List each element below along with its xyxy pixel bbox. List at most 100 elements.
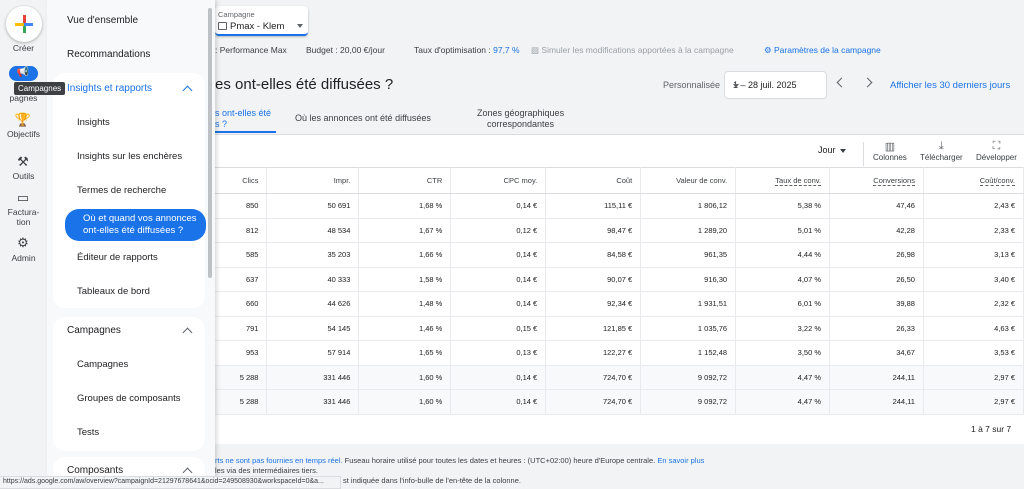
tooltip: Campagnes [14,82,66,95]
table-cell: 1,67 % [358,218,452,243]
goals-label[interactable]: Objectifs [0,129,47,139]
footer-line-2: les via des intermédiaires tiers. [215,466,318,475]
simulate-icon: ▨ [531,45,542,55]
segment-label: Jour [818,145,836,155]
table-cell: 0,14 € [450,193,547,219]
nav-group-insights-head[interactable]: Insights et rapports [67,83,152,94]
table-cell: 585 [215,242,268,268]
download-icon: ⤓ [938,140,944,152]
table-cell: 50 691 [266,193,360,219]
table-cell: 1,65 % [358,340,452,366]
learn-more-link[interactable]: En savoir plus [657,456,704,465]
table-cell: 244,11 [829,365,924,390]
table-cell: 122,27 € [545,340,642,366]
date-range-picker[interactable]: 1 – 28 juil. 2025 [724,71,827,99]
nav-item-insights[interactable]: Insights [77,117,110,128]
download-button[interactable]: ⤓ Télécharger [920,140,963,162]
table-cell: 812 [215,218,268,243]
nav-item-search-terms[interactable]: Termes de recherche [77,185,166,196]
tools-icon[interactable]: ⚒ [12,154,34,170]
admin-label[interactable]: Admin [0,253,47,263]
col-header[interactable]: Coût/conv. [923,167,1024,194]
nav-item-tests[interactable]: Tests [77,427,99,438]
nav-group-components-head[interactable]: Composants [67,465,123,476]
tab-where-when[interactable]: s ont-elles été s ? [215,108,271,130]
table-cell: 1,60 % [358,389,452,415]
nav-item-campaigns[interactable]: Campagnes [77,359,128,370]
col-header-label: Coût/conv. [979,176,1015,186]
tab-where-shown[interactable]: Où les annonces ont été diffusées [295,113,431,124]
tab-geo-line1: Zones géographiques [477,108,565,118]
col-header[interactable]: Conversions [829,167,924,194]
table-cell: 331 446 [266,365,360,390]
fullscreen-icon: ⛶ [992,140,1001,152]
table-cell: 42,28 [829,218,924,243]
table-cell: 3,40 € [923,267,1024,292]
nav-item-asset-groups[interactable]: Groupes de composants [77,393,181,404]
create-button[interactable] [6,6,42,42]
nav-item-where-when[interactable]: Où et quand vos annonces ont-elles été d… [65,209,206,241]
dropdown-arrow-icon [297,24,303,28]
table-cell: 48 534 [266,218,360,243]
page-title: es ont-elles été diffusées ? [215,76,394,93]
footer-line-3: st indiquée dans l'info-bulle de l'en-tê… [343,476,521,485]
nav-item-dashboards[interactable]: Tableaux de bord [77,286,150,297]
tools-label[interactable]: Outils [0,171,47,181]
chevron-left-icon[interactable] [836,77,847,88]
gear-icon[interactable]: ⚙ [12,235,34,251]
table-cell: 3,50 % [735,340,831,366]
col-header[interactable]: CPC moy. [450,167,547,194]
nav-drawer: Vue d'ensemble Recommandations Insights … [47,0,215,489]
table-cell: 26,50 [829,267,924,292]
table-cell: 1 931,51 [640,291,737,317]
campaign-selector[interactable]: Campagne Pmax - Klem [215,6,308,36]
simulate-button[interactable]: ▨ Simuler les modifications apportées à … [531,45,734,56]
table-cell: 98,47 € [545,218,642,243]
nav-overview[interactable]: Vue d'ensemble [67,15,138,26]
total-row: 5 288 331 446 1,60 % 0,14 €724,70 €9 092,72… [215,389,1024,415]
megaphone-icon: 📢 [16,67,30,78]
nav-group-campaigns-head[interactable]: Campagnes [67,325,121,336]
col-header[interactable]: Taux de conv. [735,167,831,194]
date-range-value: 1 – 28 juil. 2025 [733,80,797,90]
tab-geo-zones[interactable]: Zones géographiques correspondantes [477,108,564,130]
drawer-scrollbar[interactable] [208,8,212,278]
nav-recommendations[interactable]: Recommandations [67,49,150,60]
last-30-days-link[interactable]: Afficher les 30 derniers jours [890,80,1010,91]
footer-realtime-link[interactable]: rts ne sont pas fournies en temps réel. [215,456,343,465]
table-cell: 4,47 % [735,389,831,415]
table-cell: 5,38 % [735,193,831,219]
campaign-settings-button[interactable]: ⚙ Paramètres de la campagne [764,45,881,56]
campaign-settings-label: Paramètres de la campagne [773,45,881,55]
billing-label-1[interactable]: Factura- [0,207,47,217]
performance-table: Clics Impr. CTR CPC moy. Coût Valeur de … [215,167,1024,415]
col-header[interactable]: Coût [545,167,642,194]
trophy-icon[interactable]: 🏆 [12,112,34,128]
table-cell: 916,30 [640,267,737,292]
table-cell: 2,32 € [923,291,1024,317]
expand-button[interactable]: ⛶ Développer [976,140,1017,162]
segment-dropdown[interactable]: Jour [818,145,846,155]
table-cell: 2,97 € [923,365,1024,390]
chevron-up-icon[interactable] [182,327,193,338]
optimization-score[interactable]: Taux d'optimisation : 97,7 % [414,45,520,55]
table-cell: 0,14 € [450,267,547,292]
col-header[interactable]: CTR [358,167,452,194]
chevron-up-icon[interactable] [182,85,193,96]
table-cell: 1,68 % [358,193,452,219]
credit-card-icon[interactable]: ▭ [12,190,34,206]
optimization-value[interactable]: 97,7 % [493,45,519,55]
table-cell: 47,46 [829,193,924,219]
nav-item-report-editor[interactable]: Éditeur de rapports [77,252,158,263]
table-cell: 92,34 € [545,291,642,317]
col-header[interactable]: Clics [215,167,268,194]
col-header[interactable]: Impr. [266,167,360,194]
nav-item-auction-insights[interactable]: Insights sur les enchères [77,151,182,162]
campaign-selector-label: Campagne [218,10,255,19]
col-header[interactable]: Valeur de conv. [640,167,737,194]
table-row: 812 48 534 1,67 % 0,12 €98,47 €1 289,20 5,01… [215,218,1024,243]
table-cell: 791 [215,316,268,341]
columns-button[interactable]: ▥ Colonnes [873,140,907,162]
chevron-right-icon[interactable] [862,77,873,88]
billing-label-2[interactable]: tion [0,217,47,227]
